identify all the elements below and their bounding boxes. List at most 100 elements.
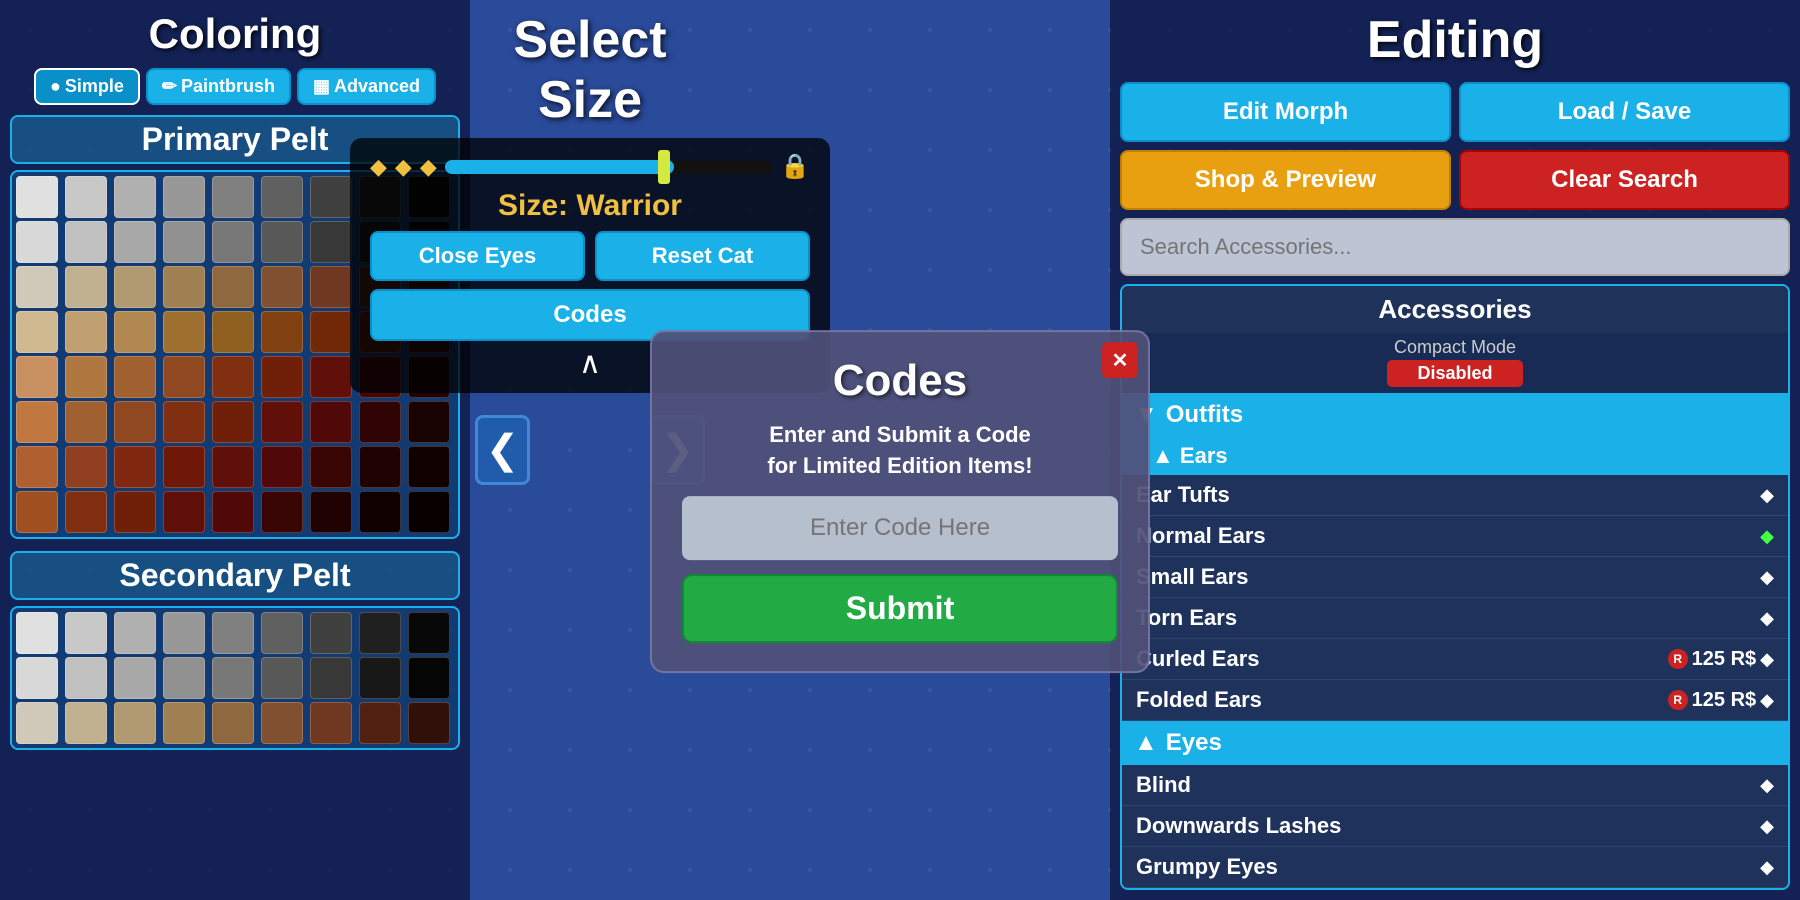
paintbrush-mode-btn[interactable]: ✏ Paintbrush: [146, 68, 291, 105]
color-swatch[interactable]: [359, 702, 401, 744]
color-swatch[interactable]: [212, 176, 254, 218]
color-swatch[interactable]: [16, 657, 58, 699]
color-swatch[interactable]: [261, 311, 303, 353]
color-swatch[interactable]: [408, 702, 450, 744]
advanced-mode-btn[interactable]: ▦ Advanced: [297, 68, 436, 105]
size-slider[interactable]: [445, 160, 772, 174]
color-swatch[interactable]: [114, 491, 156, 533]
edit-morph-btn[interactable]: Edit Morph: [1120, 82, 1451, 142]
list-item[interactable]: Blind ◆: [1122, 765, 1788, 806]
color-swatch[interactable]: [408, 401, 450, 443]
color-swatch[interactable]: [310, 657, 352, 699]
eyes-category[interactable]: ▲ Eyes: [1122, 721, 1788, 765]
color-swatch[interactable]: [114, 221, 156, 263]
close-eyes-btn[interactable]: Close Eyes: [370, 231, 585, 281]
color-swatch[interactable]: [65, 176, 107, 218]
color-swatch[interactable]: [114, 702, 156, 744]
color-swatch[interactable]: [261, 221, 303, 263]
color-swatch[interactable]: [65, 401, 107, 443]
color-swatch[interactable]: [65, 221, 107, 263]
color-swatch[interactable]: [359, 446, 401, 488]
color-swatch[interactable]: [163, 311, 205, 353]
color-swatch[interactable]: [163, 266, 205, 308]
outfits-category[interactable]: ▼ Outfits: [1122, 393, 1788, 437]
color-swatch[interactable]: [310, 266, 352, 308]
color-swatch[interactable]: [261, 491, 303, 533]
reset-cat-btn[interactable]: Reset Cat: [595, 231, 810, 281]
color-swatch[interactable]: [310, 446, 352, 488]
color-swatch[interactable]: [65, 266, 107, 308]
color-swatch[interactable]: [359, 612, 401, 654]
color-swatch[interactable]: [359, 657, 401, 699]
color-swatch[interactable]: [163, 491, 205, 533]
modal-close-btn[interactable]: ✕: [1102, 342, 1138, 378]
color-swatch[interactable]: [310, 221, 352, 263]
color-swatch[interactable]: [212, 401, 254, 443]
color-swatch[interactable]: [16, 266, 58, 308]
color-swatch[interactable]: [261, 446, 303, 488]
color-swatch[interactable]: [212, 657, 254, 699]
color-swatch[interactable]: [212, 491, 254, 533]
color-swatch[interactable]: [163, 612, 205, 654]
color-swatch[interactable]: [163, 446, 205, 488]
color-swatch[interactable]: [114, 401, 156, 443]
color-swatch[interactable]: [359, 491, 401, 533]
color-swatch[interactable]: [261, 612, 303, 654]
color-swatch[interactable]: [310, 401, 352, 443]
color-swatch[interactable]: [16, 356, 58, 398]
color-swatch[interactable]: [163, 401, 205, 443]
color-swatch[interactable]: [114, 311, 156, 353]
color-swatch[interactable]: [261, 176, 303, 218]
color-swatch[interactable]: [408, 657, 450, 699]
list-item[interactable]: Small Ears ◆: [1122, 557, 1788, 598]
color-swatch[interactable]: [114, 446, 156, 488]
color-swatch[interactable]: [261, 702, 303, 744]
list-item[interactable]: Torn Ears ◆: [1122, 598, 1788, 639]
color-swatch[interactable]: [163, 657, 205, 699]
search-input[interactable]: [1120, 218, 1790, 276]
ears-subcategory[interactable]: ▲ Ears: [1122, 437, 1788, 475]
color-swatch[interactable]: [65, 491, 107, 533]
clear-search-btn[interactable]: Clear Search: [1459, 150, 1790, 210]
compact-disabled-badge[interactable]: Disabled: [1387, 360, 1522, 387]
color-swatch[interactable]: [261, 356, 303, 398]
color-swatch[interactable]: [16, 702, 58, 744]
color-swatch[interactable]: [163, 702, 205, 744]
color-swatch[interactable]: [65, 657, 107, 699]
shop-preview-btn[interactable]: Shop & Preview: [1120, 150, 1451, 210]
color-swatch[interactable]: [212, 266, 254, 308]
color-swatch[interactable]: [261, 266, 303, 308]
color-swatch[interactable]: [261, 657, 303, 699]
color-swatch[interactable]: [65, 702, 107, 744]
color-swatch[interactable]: [212, 311, 254, 353]
list-item[interactable]: Normal Ears ◆: [1122, 516, 1788, 557]
color-swatch[interactable]: [359, 401, 401, 443]
load-save-btn[interactable]: Load / Save: [1459, 82, 1790, 142]
color-swatch[interactable]: [261, 401, 303, 443]
color-swatch[interactable]: [212, 446, 254, 488]
color-swatch[interactable]: [65, 446, 107, 488]
color-swatch[interactable]: [65, 356, 107, 398]
color-swatch[interactable]: [65, 612, 107, 654]
list-item[interactable]: Curled Ears R 125 R$ ◆: [1122, 639, 1788, 680]
color-swatch[interactable]: [212, 702, 254, 744]
simple-mode-btn[interactable]: ● Simple: [34, 68, 140, 105]
color-swatch[interactable]: [212, 612, 254, 654]
color-swatch[interactable]: [16, 311, 58, 353]
color-swatch[interactable]: [114, 612, 156, 654]
color-swatch[interactable]: [310, 702, 352, 744]
submit-btn[interactable]: Submit: [682, 574, 1118, 643]
color-swatch[interactable]: [163, 221, 205, 263]
color-swatch[interactable]: [16, 446, 58, 488]
color-swatch[interactable]: [114, 266, 156, 308]
color-swatch[interactable]: [16, 491, 58, 533]
color-swatch[interactable]: [16, 612, 58, 654]
color-swatch[interactable]: [310, 612, 352, 654]
list-item[interactable]: Grumpy Eyes ◆: [1122, 847, 1788, 888]
color-swatch[interactable]: [408, 446, 450, 488]
color-swatch[interactable]: [114, 356, 156, 398]
color-swatch[interactable]: [114, 657, 156, 699]
color-swatch[interactable]: [310, 176, 352, 218]
color-swatch[interactable]: [16, 176, 58, 218]
list-item[interactable]: Ear Tufts ◆: [1122, 475, 1788, 516]
